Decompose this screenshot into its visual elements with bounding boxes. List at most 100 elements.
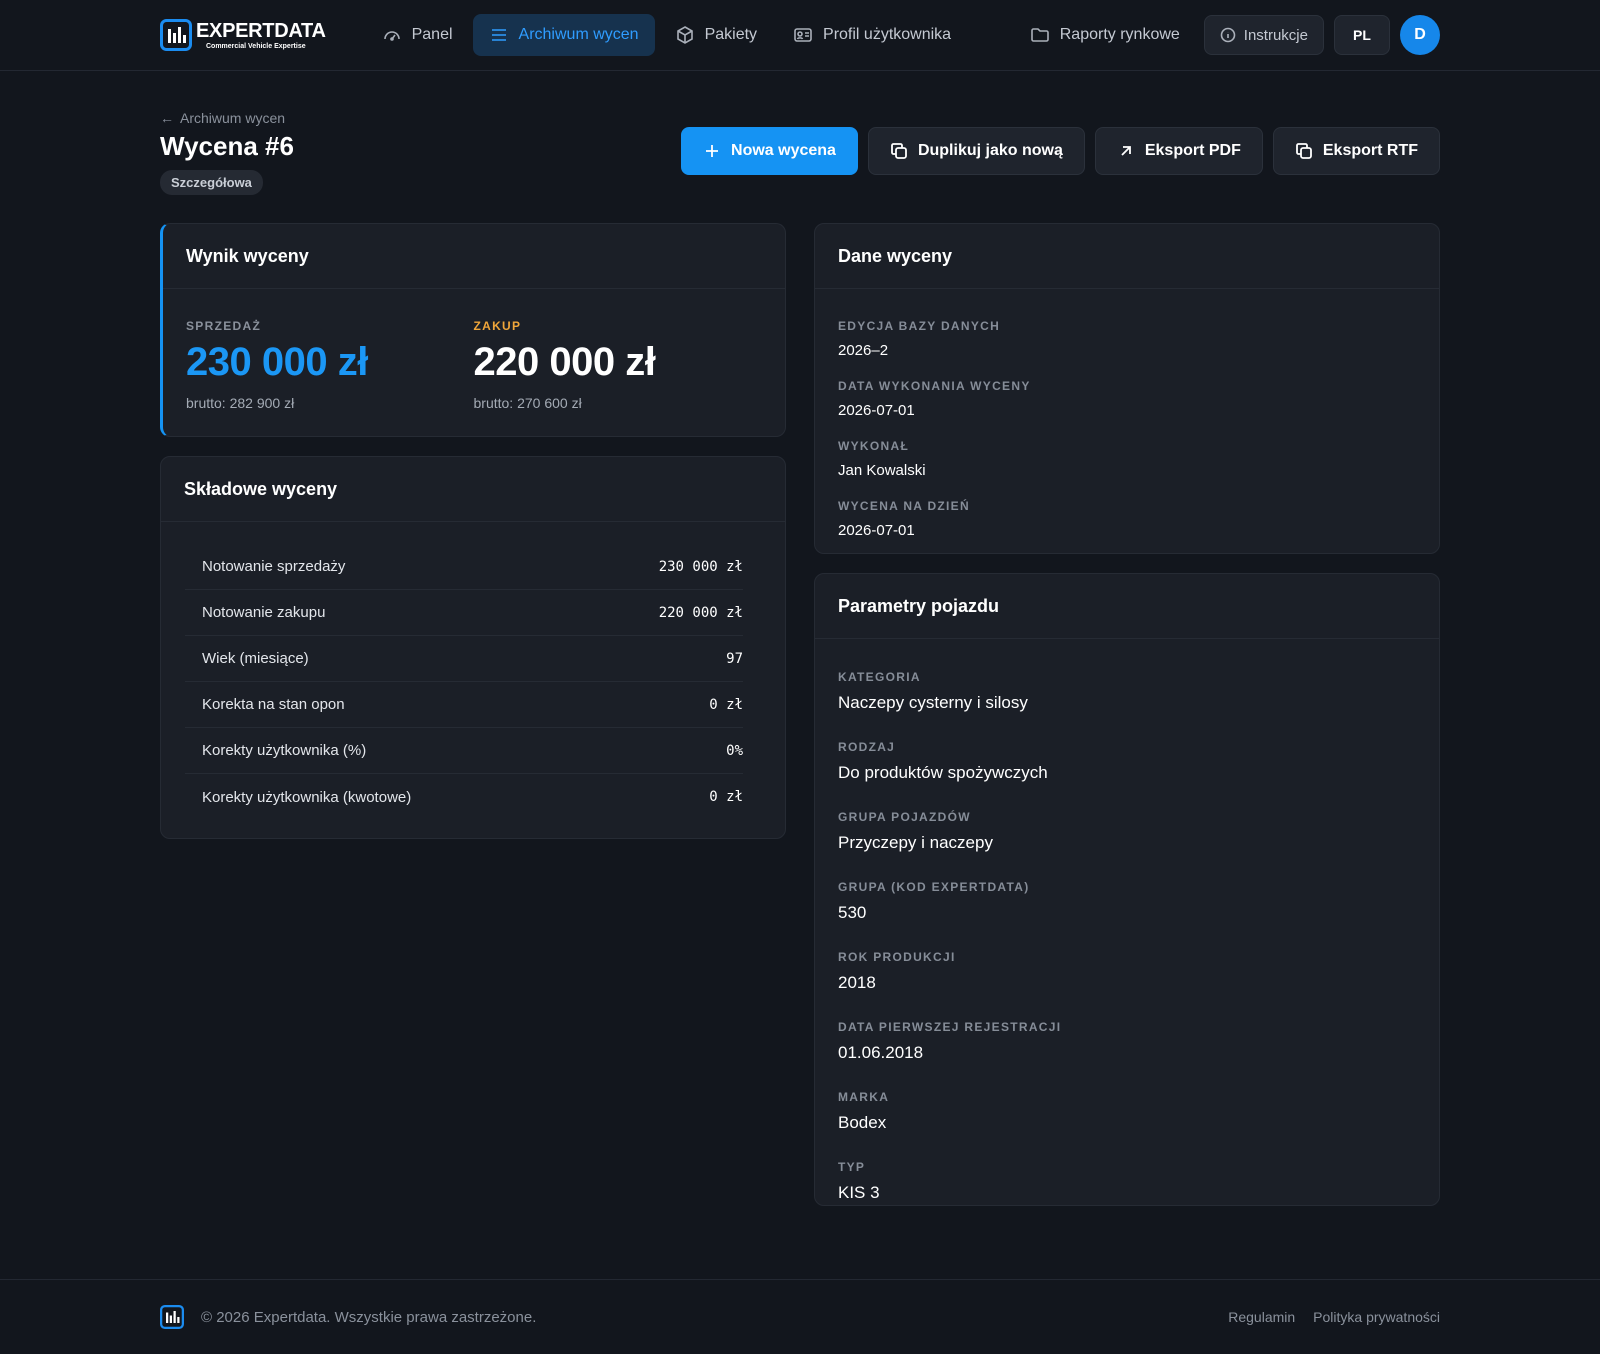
field-label: DATA PIERWSZEJ REJESTRACJI (838, 1020, 1062, 1034)
action-bar: Nowa wycena Duplikuj jako nową Eksport P… (681, 127, 1440, 175)
export-rtf-button[interactable]: Eksport RTF (1272, 127, 1440, 175)
logo-icon (160, 19, 192, 51)
nav-item-archive[interactable]: Archiwum wycen (472, 14, 655, 56)
parameter-field: KATEGORIA Naczepy cysterny i silosy (838, 670, 1416, 713)
field-value: 530 (838, 903, 867, 922)
data-field: WYKONAŁ Jan Kowalski (838, 439, 1416, 479)
buy-value: 220 000 zł (473, 340, 656, 384)
valuation-components-card: Składowe wyceny Notowanie sprzedaży 230 … (160, 456, 786, 839)
duplicate-button[interactable]: Duplikuj jako nową (867, 127, 1085, 175)
field-label: ROK PRODUKCJI (838, 950, 956, 964)
sale-value: 230 000 zł (186, 340, 368, 384)
field-value: Naczepy cysterny i silosy (838, 693, 1028, 712)
field-value: Bodex (838, 1113, 887, 1132)
buy-result: ZAKUP 220 000 zł brutto: 270 600 zł (474, 319, 762, 411)
brand-name: EXPERTDATA (196, 19, 326, 42)
copy-icon (891, 143, 907, 159)
page-footer: © 2026 Expertdata. Wszystkie prawa zastr… (0, 1279, 1600, 1354)
list-item: Notowanie sprzedaży 230 000 zł (185, 544, 743, 590)
component-value: 0% (726, 742, 743, 759)
field-label: DATA WYKONANIA WYCENY (838, 379, 1031, 393)
component-value: 220 000 zł (658, 604, 743, 621)
field-value: Do produktów spożywczych (838, 763, 1048, 782)
export-pdf-label: Eksport PDF (1144, 142, 1241, 159)
copyright-text: © 2026 Expertdata. Wszystkie prawa zastr… (201, 1308, 537, 1326)
field-value: 2026-07-01 (838, 522, 915, 539)
export-rtf-label: Eksport RTF (1322, 142, 1418, 159)
card-title: Dane wyceny (815, 224, 1439, 289)
list-item: Notowanie zakupu 220 000 zł (185, 590, 743, 636)
id-card-icon (794, 28, 812, 42)
field-value: 2026–2 (838, 342, 889, 359)
card-title: Parametry pojazdu (815, 574, 1439, 639)
instructions-button[interactable]: Instrukcje (1203, 15, 1324, 55)
valuation-result-card: Wynik wyceny SPRZEDAŻ 230 000 zł brutto:… (160, 223, 786, 437)
instructions-label: Instrukcje (1243, 26, 1308, 44)
sale-gross: brutto: 282 900 zł (186, 395, 295, 411)
nav-item-packages[interactable]: Pakiety (659, 14, 773, 56)
terms-link[interactable]: Regulamin (1228, 1309, 1295, 1325)
plus-icon (706, 145, 719, 157)
folder-icon (1030, 28, 1049, 42)
parameter-field: RODZAJ Do produktów spożywczych (838, 740, 1416, 783)
parameter-field: GRUPA (KOD EXPERTDATA) 530 (838, 880, 1416, 923)
field-label: WYKONAŁ (838, 439, 910, 453)
parameter-field: ROK PRODUKCJI 2018 (838, 950, 1416, 993)
valuation-data-list: EDYCJA BAZY DANYCH 2026–2 DATA WYKONANIA… (815, 289, 1439, 539)
gauge-icon (383, 31, 400, 41)
nav-item-label: Profil użytkownika (823, 26, 952, 43)
logo-icon (160, 1305, 184, 1329)
package-icon (676, 26, 693, 44)
field-label: TYP (838, 1160, 866, 1174)
component-value: 97 (726, 650, 743, 667)
page-title: Wycena #6 (160, 131, 294, 161)
nav-item-label: Archiwum wycen (518, 26, 639, 43)
component-label: Wiek (miesiące) (202, 650, 309, 667)
component-value: 0 zł (709, 789, 743, 805)
data-field: WYCENA NA DZIEŃ 2026-07-01 (838, 499, 1416, 539)
info-icon (1220, 27, 1236, 43)
nav-item-profile[interactable]: Profil użytkownika (777, 14, 967, 56)
field-label: GRUPA POJAZDÓW (838, 810, 971, 824)
privacy-link[interactable]: Polityka prywatności (1313, 1309, 1440, 1325)
language-switcher[interactable]: PL (1334, 15, 1390, 55)
sale-result: SPRZEDAŻ 230 000 zł brutto: 282 900 zł (186, 319, 474, 411)
new-valuation-label: Nowa wycena (731, 142, 836, 159)
market-reports-label: Raporty rynkowe (1059, 26, 1180, 43)
list-item: Korekty użytkownika (kwotowe) 0 zł (185, 774, 743, 820)
component-label: Notowanie sprzedaży (202, 558, 346, 575)
field-label: MARKA (838, 1090, 890, 1104)
page-header: ← Archiwum wycen Wycena #6 Szczegółowa (160, 110, 294, 195)
sale-label: SPRZEDAŻ (186, 319, 262, 333)
top-nav: EXPERTDATA Commercial Vehicle Expertise … (0, 0, 1600, 71)
avatar[interactable]: D (1400, 15, 1440, 55)
arrow-up-right-icon (1121, 146, 1131, 156)
field-label: EDYCJA BAZY DANYCH (838, 319, 1001, 333)
new-valuation-button[interactable]: Nowa wycena (681, 127, 858, 175)
list-item: Korekty użytkownika (%) 0% (185, 728, 743, 774)
brand-logo[interactable]: EXPERTDATA Commercial Vehicle Expertise (160, 19, 326, 51)
component-value: 230 000 zł (658, 558, 743, 575)
component-label: Korekta na stan opon (202, 696, 345, 713)
export-pdf-button[interactable]: Eksport PDF (1094, 127, 1263, 175)
field-label: RODZAJ (838, 740, 896, 754)
field-label: GRUPA (KOD EXPERTDATA) (838, 880, 1030, 894)
component-label: Korekty użytkownika (kwotowe) (202, 788, 412, 806)
parameter-field: GRUPA POJAZDÓW Przyczepy i naczepy (838, 810, 1416, 853)
data-field: EDYCJA BAZY DANYCH 2026–2 (838, 319, 1416, 359)
back-link[interactable]: ← Archiwum wycen (160, 110, 294, 126)
buy-gross: brutto: 270 600 zł (473, 395, 582, 411)
buy-label: ZAKUP (473, 319, 522, 333)
nav-item-label: Pakiety (704, 26, 758, 43)
nav-item-panel[interactable]: Panel (366, 14, 469, 56)
card-title: Wynik wyceny (163, 224, 785, 289)
field-label: WYCENA NA DZIEŃ (838, 499, 970, 513)
field-value: 2018 (838, 973, 876, 992)
market-reports-link[interactable]: Raporty rynkowe (1030, 25, 1180, 45)
nav-item-label: Panel (411, 26, 453, 43)
back-link-label: Archiwum wycen (180, 110, 286, 126)
component-label: Korekty użytkownika (%) (202, 742, 367, 759)
data-field: DATA WYKONANIA WYCENY 2026-07-01 (838, 379, 1416, 419)
field-value: Jan Kowalski (838, 462, 926, 479)
duplicate-label: Duplikuj jako nową (917, 142, 1063, 159)
